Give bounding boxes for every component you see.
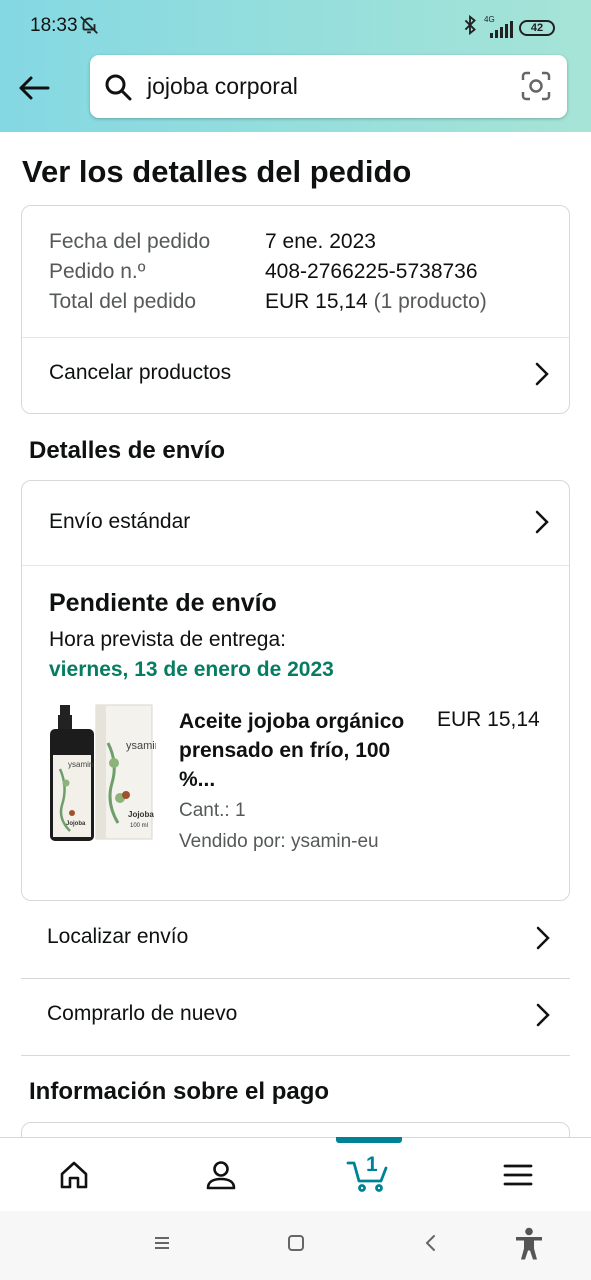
camera-scan-icon[interactable] [521,71,551,106]
buy-again-label: Comprarlo de nuevo [47,1002,238,1025]
bottle-product-label: Jojoba [66,821,86,827]
cancel-products-row[interactable]: Cancelar productos [22,338,569,414]
order-total-amount: EUR 15,14 [265,290,368,313]
order-date-value: 7 ene. 2023 [265,230,376,253]
order-number-value: 408-2766225-5738736 [265,260,478,283]
home-square-icon[interactable] [286,1233,306,1258]
product-image[interactable]: ysamin Jojoba 100 ml ysamin Jojoba [48,703,161,845]
product-price: EUR 15,14 [437,708,540,731]
chevron-right-icon [535,362,549,391]
chevron-right-icon [536,1003,550,1032]
back-arrow-icon [19,76,50,100]
order-total-label: Total del pedido [49,290,197,313]
account-icon [206,1161,235,1190]
nav-account[interactable] [147,1138,294,1212]
divider [22,565,569,566]
order-number-label: Pedido n.º [49,260,146,283]
shipping-method-label: Envío estándar [49,510,191,533]
order-summary-card: Fecha del pedido 7 ene. 2023 Pedido n.º … [21,205,570,414]
menu-icon [503,1164,532,1186]
bluetooth-icon [462,14,478,41]
payment-section-title: Información sobre el pago [29,1078,330,1105]
buy-again-row[interactable]: Comprarlo de nuevo [21,979,570,1056]
nav-menu[interactable] [444,1138,591,1212]
box-volume-label: 100 ml [130,823,148,829]
back-button[interactable] [14,68,54,108]
eta-label: Hora prevista de entrega: [49,628,286,651]
search-icon [104,73,132,106]
search-input[interactable]: jojoba corporal [147,73,298,100]
product-quantity: Cant.: 1 [179,800,246,821]
cancel-products-label: Cancelar productos [49,361,232,384]
chevron-right-icon [536,926,550,955]
shipping-section-title: Detalles de envío [29,437,226,464]
eta-date: viernes, 13 de enero de 2023 [49,658,334,681]
battery-icon: 42 [519,19,555,36]
nav-home[interactable] [0,1138,147,1212]
network-type: 4G [484,14,495,24]
order-date-label: Fecha del pedido [49,230,211,253]
order-total-value: EUR 15,14 (1 producto) [265,290,487,314]
box-brand-label: ysamin [126,740,156,752]
status-time: 18:33 [30,15,78,36]
home-icon [60,1161,87,1189]
track-shipment-label: Localizar envío [47,925,189,948]
shipment-status: Pendiente de envío [49,589,277,617]
recent-apps-icon[interactable] [152,1233,172,1258]
box-product-label: Jojoba [128,810,154,819]
product-title-link[interactable]: Aceite jojoba orgánico prensado en frío,… [179,707,424,794]
system-nav-bar [0,1211,591,1280]
page-title: Ver los detalles del pedido [22,154,412,189]
back-chevron-icon[interactable] [421,1233,441,1258]
cart-count-badge: 1 [366,1153,378,1176]
status-indicators: 4G 42 [462,14,555,41]
signal-icon: 4G [484,14,513,38]
search-bar[interactable]: jojoba corporal [90,55,567,118]
shipping-card: Envío estándar Pendiente de envío Hora p… [21,480,570,901]
shipping-method-row[interactable]: Envío estándar [22,481,569,565]
accessibility-icon[interactable] [514,1227,544,1266]
bottom-nav: 1 [0,1137,591,1211]
chevron-right-icon [535,510,549,539]
status-bar: 18:33 4G 42 [0,0,591,52]
bell-muted-icon [78,14,100,41]
bottle-brand-label: ysamin [68,760,93,769]
order-total-count: (1 producto) [373,290,487,313]
product-seller: Vendido por: ysamin-eu [179,831,379,852]
app-header: 18:33 4G 42 jojoba corporal [0,0,591,132]
track-shipment-row[interactable]: Localizar envío [21,902,570,979]
